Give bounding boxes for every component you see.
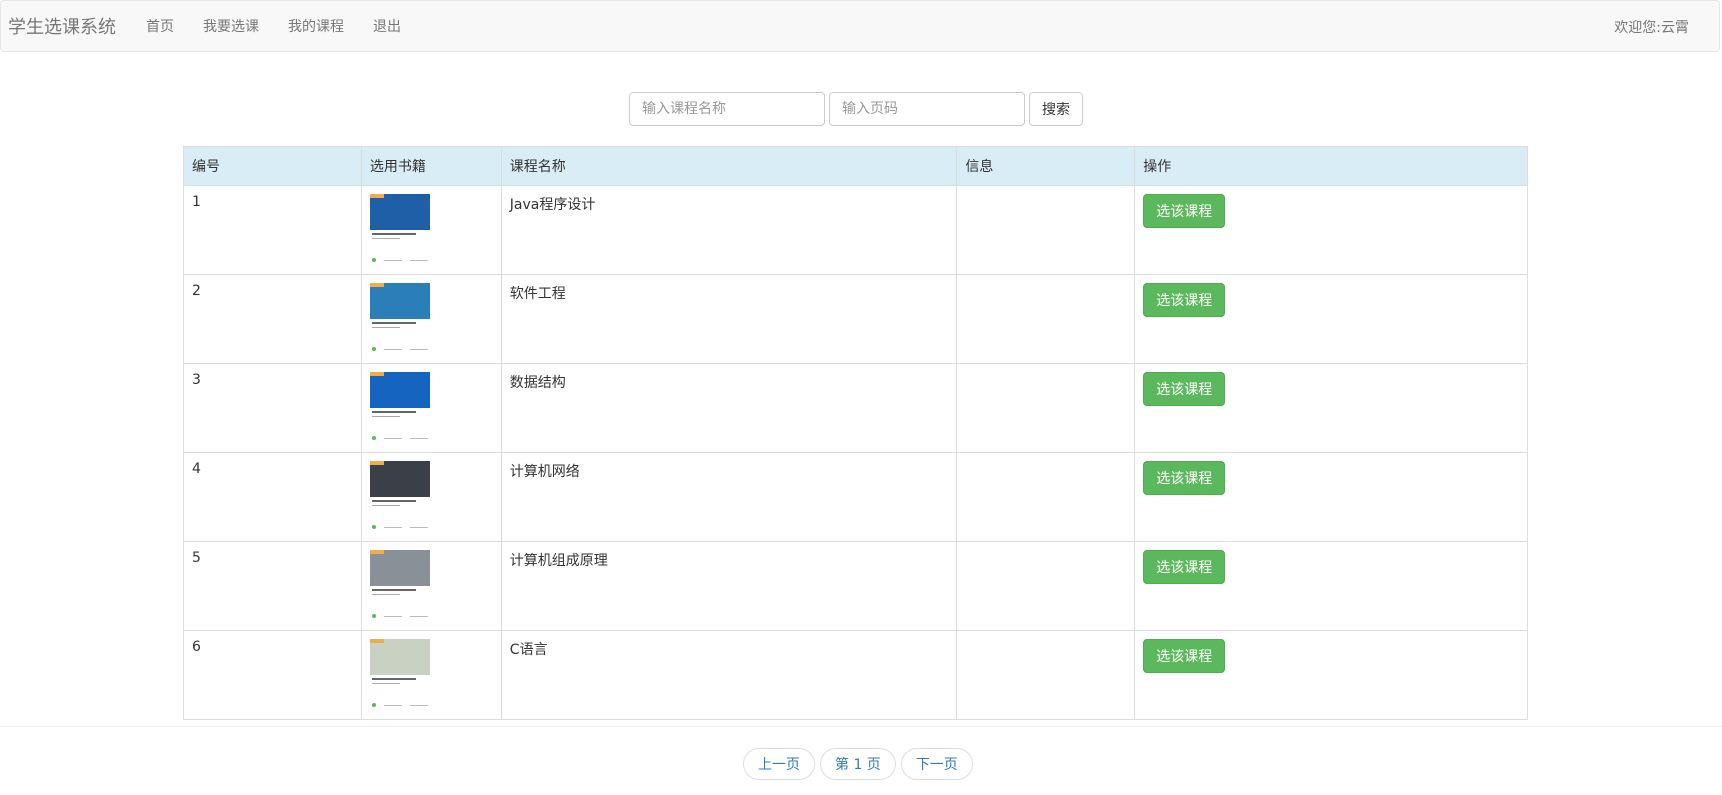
book-thumbnail [369,283,430,355]
operation-cell: 选该课程 [1134,452,1528,542]
course-name-input[interactable] [629,92,825,126]
course-info [956,541,1136,631]
book-cell [360,274,502,364]
table-row: 6 C语言 选该课程 [183,630,1528,720]
select-course-button[interactable]: 选该课程 [1143,461,1226,495]
course-info [956,363,1136,453]
book-cover-image [369,372,430,408]
course-name: 数据结构 [500,363,958,453]
book-thumbnail [369,461,430,533]
course-id: 6 [183,630,362,720]
course-name: C语言 [500,630,958,720]
select-course-button[interactable]: 选该课程 [1143,550,1226,584]
course-id: 1 [183,185,362,275]
brand-title[interactable]: 学生选课系统 [1,13,146,39]
course-id: 2 [183,274,362,364]
book-cell [360,452,502,542]
book-cell [360,541,502,631]
page-number-input[interactable] [829,92,1025,126]
book-cover-image [369,194,430,230]
course-info [956,274,1136,364]
footer-divider [0,726,1722,727]
book-cover-image [369,461,430,497]
book-cell [360,185,502,275]
current-page-indicator[interactable]: 第 1 页 [820,748,896,780]
course-table: 编号 选用书籍 课程名称 信息 操作 1 Java程序设计 选该课程 2 软件工… [183,146,1528,720]
operation-cell: 选该课程 [1134,630,1528,720]
header-id: 编号 [183,146,362,186]
next-page-button[interactable]: 下一页 [900,748,973,780]
nav-link-my-courses[interactable]: 我的课程 [288,16,344,36]
table-row: 4 计算机网络 选该课程 [183,452,1528,542]
course-name: Java程序设计 [500,185,958,275]
operation-cell: 选该课程 [1134,541,1528,631]
course-name: 计算机组成原理 [500,541,958,631]
search-button[interactable]: 搜索 [1029,92,1083,126]
search-bar: 搜索 [629,92,1083,126]
operation-cell: 选该课程 [1134,274,1528,364]
book-thumbnail [369,639,430,711]
header-book: 选用书籍 [360,146,502,186]
navbar: 学生选课系统 首页 我要选课 我的课程 退出 欢迎您:云霄 [0,0,1720,52]
pager: 上一页 第 1 页 下一页 [743,748,978,780]
header-course-name: 课程名称 [500,146,958,186]
select-course-button[interactable]: 选该课程 [1143,283,1226,317]
table-row: 5 计算机组成原理 选该课程 [183,541,1528,631]
course-name: 计算机网络 [500,452,958,542]
book-cover-image [369,639,430,675]
course-name: 软件工程 [500,274,958,364]
table-row: 2 软件工程 选该课程 [183,274,1528,364]
book-cell [360,630,502,720]
course-info [956,452,1136,542]
operation-cell: 选该课程 [1134,185,1528,275]
table-row: 3 数据结构 选该课程 [183,363,1528,453]
select-course-button[interactable]: 选该课程 [1143,639,1226,673]
course-id: 3 [183,363,362,453]
nav-link-select-course[interactable]: 我要选课 [203,16,259,36]
operation-cell: 选该课程 [1134,363,1528,453]
table-row: 1 Java程序设计 选该课程 [183,185,1528,275]
book-thumbnail [369,372,430,444]
book-cell [360,363,502,453]
prev-page-button[interactable]: 上一页 [743,748,815,780]
book-thumbnail [369,194,430,266]
course-id: 4 [183,452,362,542]
select-course-button[interactable]: 选该课程 [1143,372,1226,406]
nav-links: 首页 我要选课 我的课程 退出 [146,16,430,36]
select-course-button[interactable]: 选该课程 [1143,194,1226,228]
header-info: 信息 [956,146,1136,186]
course-info [956,630,1136,720]
nav-link-home[interactable]: 首页 [146,16,174,36]
book-thumbnail [369,550,430,622]
nav-link-logout[interactable]: 退出 [373,16,401,36]
course-id: 5 [183,541,362,631]
book-cover-image [369,550,430,586]
course-info [956,185,1136,275]
table-header-row: 编号 选用书籍 课程名称 信息 操作 [183,146,1528,186]
header-operation: 操作 [1134,146,1528,186]
book-cover-image [369,283,430,319]
welcome-user: 欢迎您:云霄 [1614,20,1689,36]
